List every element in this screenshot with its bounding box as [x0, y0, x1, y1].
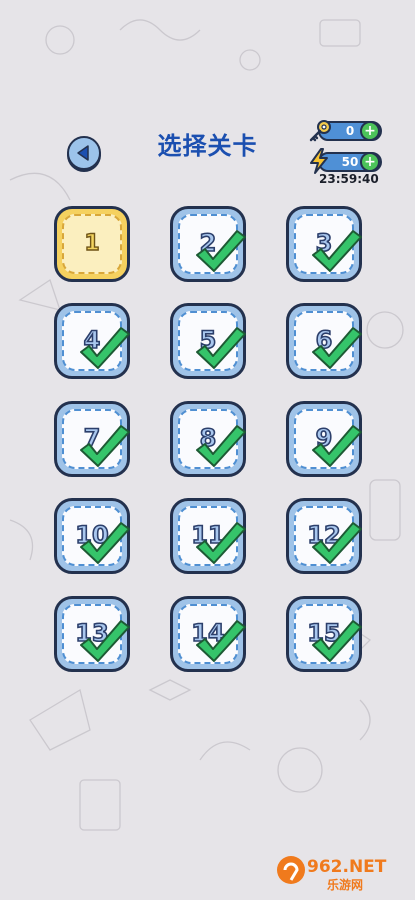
checkmark-icon — [196, 230, 246, 272]
checkmark-icon — [80, 425, 130, 467]
level-button-4[interactable]: 4 — [54, 303, 130, 379]
checkmark-icon — [196, 327, 246, 369]
watermark-sub: 乐游网 — [327, 877, 363, 892]
level-button-10[interactable]: 10 — [54, 498, 130, 574]
checkmark-icon — [312, 425, 362, 467]
checkmark-icon — [312, 327, 362, 369]
energy-count: 50 — [341, 155, 359, 169]
watermark-brand: 962.NET — [307, 857, 387, 877]
level-button-14[interactable]: 14 — [170, 596, 246, 672]
checkmark-icon — [80, 522, 130, 564]
level-button-6[interactable]: 6 — [286, 303, 362, 379]
checkmark-icon — [312, 230, 362, 272]
checkmark-icon — [312, 522, 362, 564]
keys-count: 0 — [345, 124, 355, 138]
level-number: 1 — [84, 230, 101, 256]
checkmark-icon — [196, 425, 246, 467]
level-button-7[interactable]: 7 — [54, 401, 130, 477]
level-button-5[interactable]: 5 — [170, 303, 246, 379]
checkmark-icon — [80, 620, 130, 662]
level-button-1[interactable]: 1 — [54, 206, 130, 282]
lightning-icon — [305, 147, 333, 175]
level-button-11[interactable]: 11 — [170, 498, 246, 574]
level-button-8[interactable]: 8 — [170, 401, 246, 477]
checkmark-icon — [80, 327, 130, 369]
level-button-12[interactable]: 12 — [286, 498, 362, 574]
add-keys-button[interactable]: + — [360, 121, 380, 141]
level-button-15[interactable]: 15 — [286, 596, 362, 672]
checkmark-icon — [196, 522, 246, 564]
level-button-3[interactable]: 3 — [286, 206, 362, 282]
checkmark-icon — [196, 620, 246, 662]
key-icon — [306, 117, 334, 145]
site-watermark: 962.NET 乐游网 — [277, 856, 387, 892]
level-button-13[interactable]: 13 — [54, 596, 130, 672]
energy-timer: 23:59:40 — [319, 172, 379, 186]
checkmark-icon — [312, 620, 362, 662]
add-energy-button[interactable]: + — [360, 152, 380, 172]
level-button-9[interactable]: 9 — [286, 401, 362, 477]
level-button-2[interactable]: 2 — [170, 206, 246, 282]
